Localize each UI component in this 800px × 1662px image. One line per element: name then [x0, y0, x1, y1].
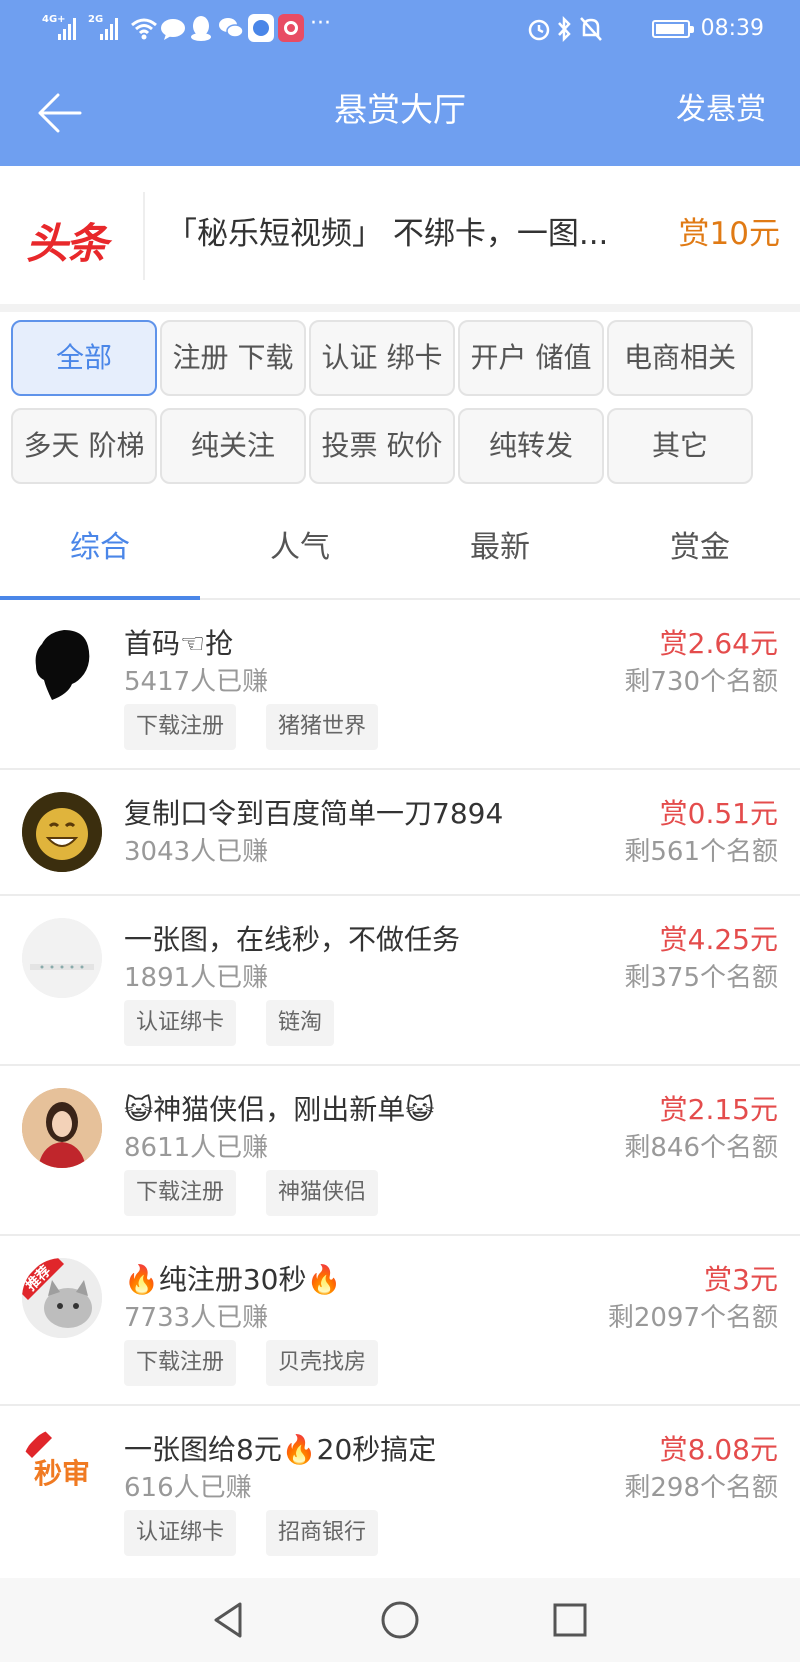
- task-tag: 链淘: [266, 1000, 335, 1046]
- task-reward: 赏2.64元: [659, 627, 778, 660]
- sort-tabs: 综合 人气 最新 赏金: [0, 498, 800, 600]
- filter-chip-all[interactable]: 全部: [11, 320, 157, 396]
- task-title: 😺神猫侠侣，刚出新单😺: [124, 1093, 435, 1126]
- tab-newest[interactable]: 最新: [400, 498, 600, 598]
- task-item[interactable]: 首码☜抢 5417人已赚 赏2.64元 剩730个名额 下载注册 猪猪世界: [0, 600, 800, 770]
- alarm-icon: [528, 19, 550, 41]
- tieba-app-icon: [248, 14, 274, 42]
- app-icon: [278, 14, 304, 42]
- task-title: 复制口令到百度简单一刀7894: [124, 797, 504, 830]
- task-tag: 下载注册: [124, 1170, 237, 1216]
- headline-reward: 赏10元: [678, 216, 780, 252]
- task-remaining: 剩375个名额: [624, 963, 778, 993]
- task-title: 一张图，在线秒，不做任务: [124, 923, 461, 956]
- task-remaining: 剩561个名额: [624, 837, 778, 867]
- mute-icon: [580, 17, 602, 41]
- task-tag: 下载注册: [124, 1340, 237, 1386]
- filter-chip-multi-day[interactable]: 多天 阶梯: [11, 408, 157, 484]
- task-earned-count: 5417人已赚: [124, 667, 269, 697]
- home-circle-icon: [381, 1601, 419, 1639]
- task-remaining: 剩2097个名额: [607, 1303, 778, 1333]
- cat-avatar: 推荐: [22, 1258, 102, 1338]
- task-earned-count: 7733人已赚: [124, 1303, 269, 1333]
- status-bar: 4G+ 2G ··· 08:39: [0, 0, 800, 58]
- wifi-icon: [131, 18, 157, 40]
- task-item[interactable]: 推荐 🔥纯注册30秒🔥 7733人已赚 赏3元 剩2097个名额 下载注册 贝壳…: [0, 1236, 800, 1406]
- system-nav-bar: [0, 1578, 800, 1662]
- task-remaining: 剩298个名额: [624, 1473, 778, 1503]
- task-reward: 赏2.15元: [659, 1093, 778, 1126]
- toutiao-logo: 头条: [26, 219, 108, 268]
- nav-back-button[interactable]: [204, 1596, 252, 1644]
- headline-text: 「秘乐短视频」 不绑卡，一图...: [166, 216, 609, 252]
- nav-recents-button[interactable]: [546, 1596, 594, 1644]
- task-title: 首码☜抢: [124, 627, 234, 660]
- task-earned-count: 1891人已赚: [124, 963, 269, 993]
- miaoshen-text: 秒审: [33, 1457, 90, 1490]
- task-tag: 认证绑卡: [124, 1000, 237, 1046]
- qq-icon: [191, 16, 211, 41]
- filter-chip-share-only[interactable]: 纯转发: [458, 408, 604, 484]
- task-item[interactable]: 一张图，在线秒，不做任务 1891人已赚 赏4.25元 剩375个名额 认证绑卡…: [0, 896, 800, 1066]
- recents-square-icon: [553, 1603, 587, 1637]
- task-reward: 赏3元: [704, 1263, 778, 1296]
- headline-divider: [143, 192, 145, 280]
- battery-icon: [652, 20, 694, 38]
- task-reward: 赏4.25元: [659, 923, 778, 956]
- tab-reward[interactable]: 赏金: [600, 498, 800, 598]
- task-tag: 猪猪世界: [266, 704, 379, 750]
- device-avatar: [22, 918, 102, 998]
- task-item[interactable]: 秒审 一张图给8元🔥20秒搞定 616人已赚 赏8.08元 剩298个名额 认证…: [0, 1406, 800, 1578]
- miaoshen-avatar: 秒审: [22, 1428, 102, 1508]
- task-earned-count: 8611人已赚: [124, 1133, 269, 1163]
- task-reward: 赏0.51元: [659, 797, 778, 830]
- task-tag: 招商银行: [266, 1510, 379, 1556]
- tab-overall[interactable]: 综合: [0, 498, 200, 598]
- filter-chip-verify-bind-card[interactable]: 认证 绑卡: [309, 320, 455, 396]
- filter-chip-follow-only[interactable]: 纯关注: [160, 408, 306, 484]
- filter-chip-register-download[interactable]: 注册 下载: [160, 320, 306, 396]
- back-arrow-icon: [38, 93, 82, 133]
- bluetooth-icon: [558, 15, 571, 43]
- task-tag: 神猫侠侣: [266, 1170, 379, 1216]
- task-earned-count: 3043人已赚: [124, 837, 269, 867]
- silhouette-avatar: [22, 622, 102, 702]
- filter-chip-ecommerce[interactable]: 电商相关: [607, 320, 753, 396]
- task-tag: 下载注册: [124, 704, 237, 750]
- smiley-avatar: [22, 792, 102, 872]
- more-dots-icon: ···: [310, 11, 331, 36]
- signal-bars-1-icon: [58, 16, 80, 40]
- back-triangle-icon: [214, 1602, 242, 1638]
- task-tag: 贝壳找房: [266, 1340, 379, 1386]
- task-remaining: 剩846个名额: [624, 1133, 778, 1163]
- task-item[interactable]: 😺神猫侠侣，刚出新单😺 8611人已赚 赏2.15元 剩846个名额 下载注册 …: [0, 1066, 800, 1236]
- photo-avatar: [22, 1088, 102, 1168]
- task-title: 🔥纯注册30秒🔥: [124, 1263, 342, 1296]
- app-bar: 悬赏大厅 发悬赏: [0, 58, 800, 166]
- category-filters: 全部 注册 下载 认证 绑卡 开户 储值 电商相关 多天 阶梯 纯关注 投票 砍…: [0, 312, 800, 498]
- headline-banner[interactable]: 头条 「秘乐短视频」 不绑卡，一图... 赏10元: [0, 166, 800, 304]
- task-remaining: 剩730个名额: [624, 667, 778, 697]
- filter-chip-other[interactable]: 其它: [607, 408, 753, 484]
- task-item[interactable]: 复制口令到百度简单一刀7894 3043人已赚 赏0.51元 剩561个名额: [0, 770, 800, 896]
- task-reward: 赏8.08元: [659, 1433, 778, 1466]
- status-time: 08:39: [700, 16, 764, 41]
- tab-popularity[interactable]: 人气: [200, 498, 400, 598]
- nav-home-button[interactable]: [376, 1596, 424, 1644]
- section-divider: [0, 304, 800, 312]
- task-title: 一张图给8元🔥20秒搞定: [124, 1433, 437, 1466]
- filter-chip-open-account-deposit[interactable]: 开户 储值: [458, 320, 604, 396]
- wechat-icon: [219, 18, 244, 38]
- post-reward-button[interactable]: 发悬赏: [676, 86, 766, 134]
- back-button[interactable]: [36, 88, 86, 138]
- signal-bars-2-icon: [100, 16, 122, 40]
- message-icon: [161, 19, 185, 40]
- task-earned-count: 616人已赚: [124, 1473, 252, 1503]
- filter-chip-vote-bargain[interactable]: 投票 砍价: [309, 408, 455, 484]
- task-tag: 认证绑卡: [124, 1510, 237, 1556]
